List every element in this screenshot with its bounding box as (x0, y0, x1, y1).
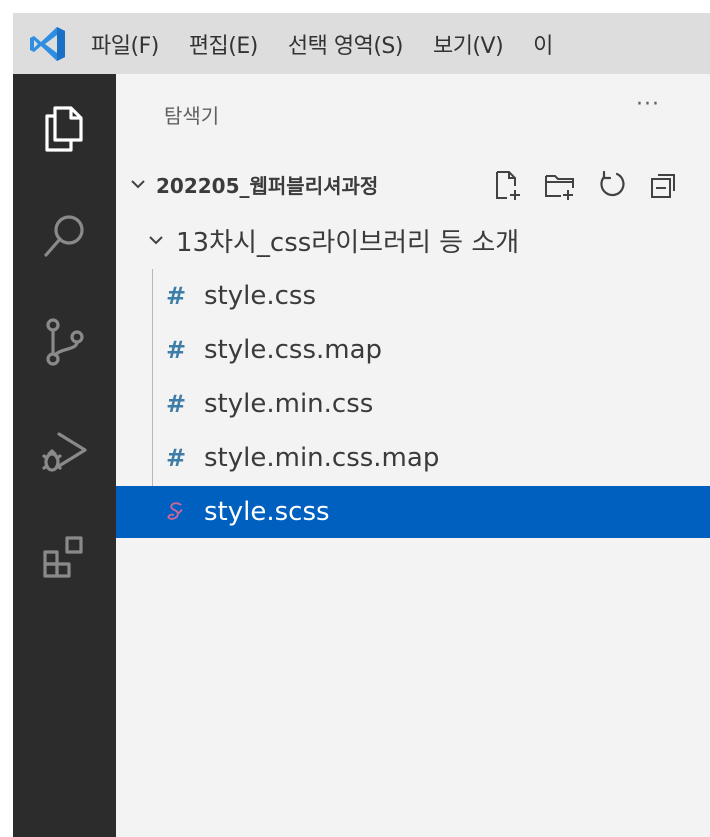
file-item[interactable]: # style.css (116, 270, 710, 322)
workspace-root[interactable]: 202205_웹퍼블리셔과정 (116, 158, 710, 210)
run-debug-icon (41, 432, 87, 472)
menu-file[interactable]: 파일(F) (91, 28, 159, 60)
activity-run-debug[interactable] (13, 412, 116, 492)
css-file-icon: # (165, 390, 187, 418)
new-file-icon[interactable] (491, 168, 525, 202)
chevron-down-icon (149, 236, 163, 245)
title-bar: 파일(F) 편집(E) 선택 영역(S) 보기(V) 이 (13, 13, 710, 74)
more-actions-button[interactable]: ··· (636, 92, 660, 117)
file-item[interactable]: # style.min.css.map (116, 432, 710, 484)
search-icon (43, 215, 84, 257)
workspace-root-label: 202205_웹퍼블리셔과정 (156, 173, 379, 198)
folder-label: 13차시_css라이브러리 등 소개 (176, 227, 520, 258)
file-label: style.css.map (204, 335, 383, 365)
sass-icon (162, 499, 190, 525)
menu-view[interactable]: 보기(V) (433, 28, 504, 60)
menu-more-cut[interactable]: 이 (533, 28, 553, 60)
activity-explorer[interactable] (13, 88, 116, 168)
activity-search[interactable] (13, 196, 116, 276)
file-label: style.scss (204, 497, 330, 527)
refresh-icon[interactable] (595, 168, 629, 202)
menu-selection[interactable]: 선택 영역(S) (288, 28, 404, 60)
vscode-window: 파일(F) 편집(E) 선택 영역(S) 보기(V) 이 탐색기 ··· 202… (13, 13, 710, 837)
extensions-icon (42, 536, 83, 578)
folder-item[interactable]: 13차시_css라이브러리 등 소개 (116, 214, 710, 266)
file-label: style.css (204, 281, 316, 311)
explorer-sidebar: 탐색기 ··· 202205_웹퍼블리셔과정 13차시_css라이브러리 등 소… (116, 74, 710, 837)
activity-extensions[interactable] (13, 518, 116, 598)
vscode-logo-icon (30, 26, 65, 61)
file-label: style.min.css (204, 389, 374, 419)
css-file-icon: # (165, 336, 187, 364)
css-file-icon: # (165, 444, 187, 472)
new-folder-icon[interactable] (543, 168, 577, 202)
activity-source-control[interactable] (13, 302, 116, 382)
css-file-icon: # (165, 282, 187, 310)
explorer-icon (44, 106, 83, 152)
collapse-all-icon[interactable] (647, 168, 681, 202)
menu-edit[interactable]: 편집(E) (189, 28, 259, 60)
file-label: style.min.css.map (204, 443, 440, 473)
file-item-selected[interactable]: style.scss (116, 486, 710, 538)
chevron-down-icon (131, 180, 145, 189)
source-control-icon (45, 318, 84, 366)
sidebar-title: 탐색기 (164, 104, 220, 128)
explorer-actions (491, 168, 681, 202)
file-item[interactable]: # style.min.css (116, 378, 710, 430)
activity-bar (13, 74, 116, 837)
file-item[interactable]: # style.css.map (116, 324, 710, 376)
